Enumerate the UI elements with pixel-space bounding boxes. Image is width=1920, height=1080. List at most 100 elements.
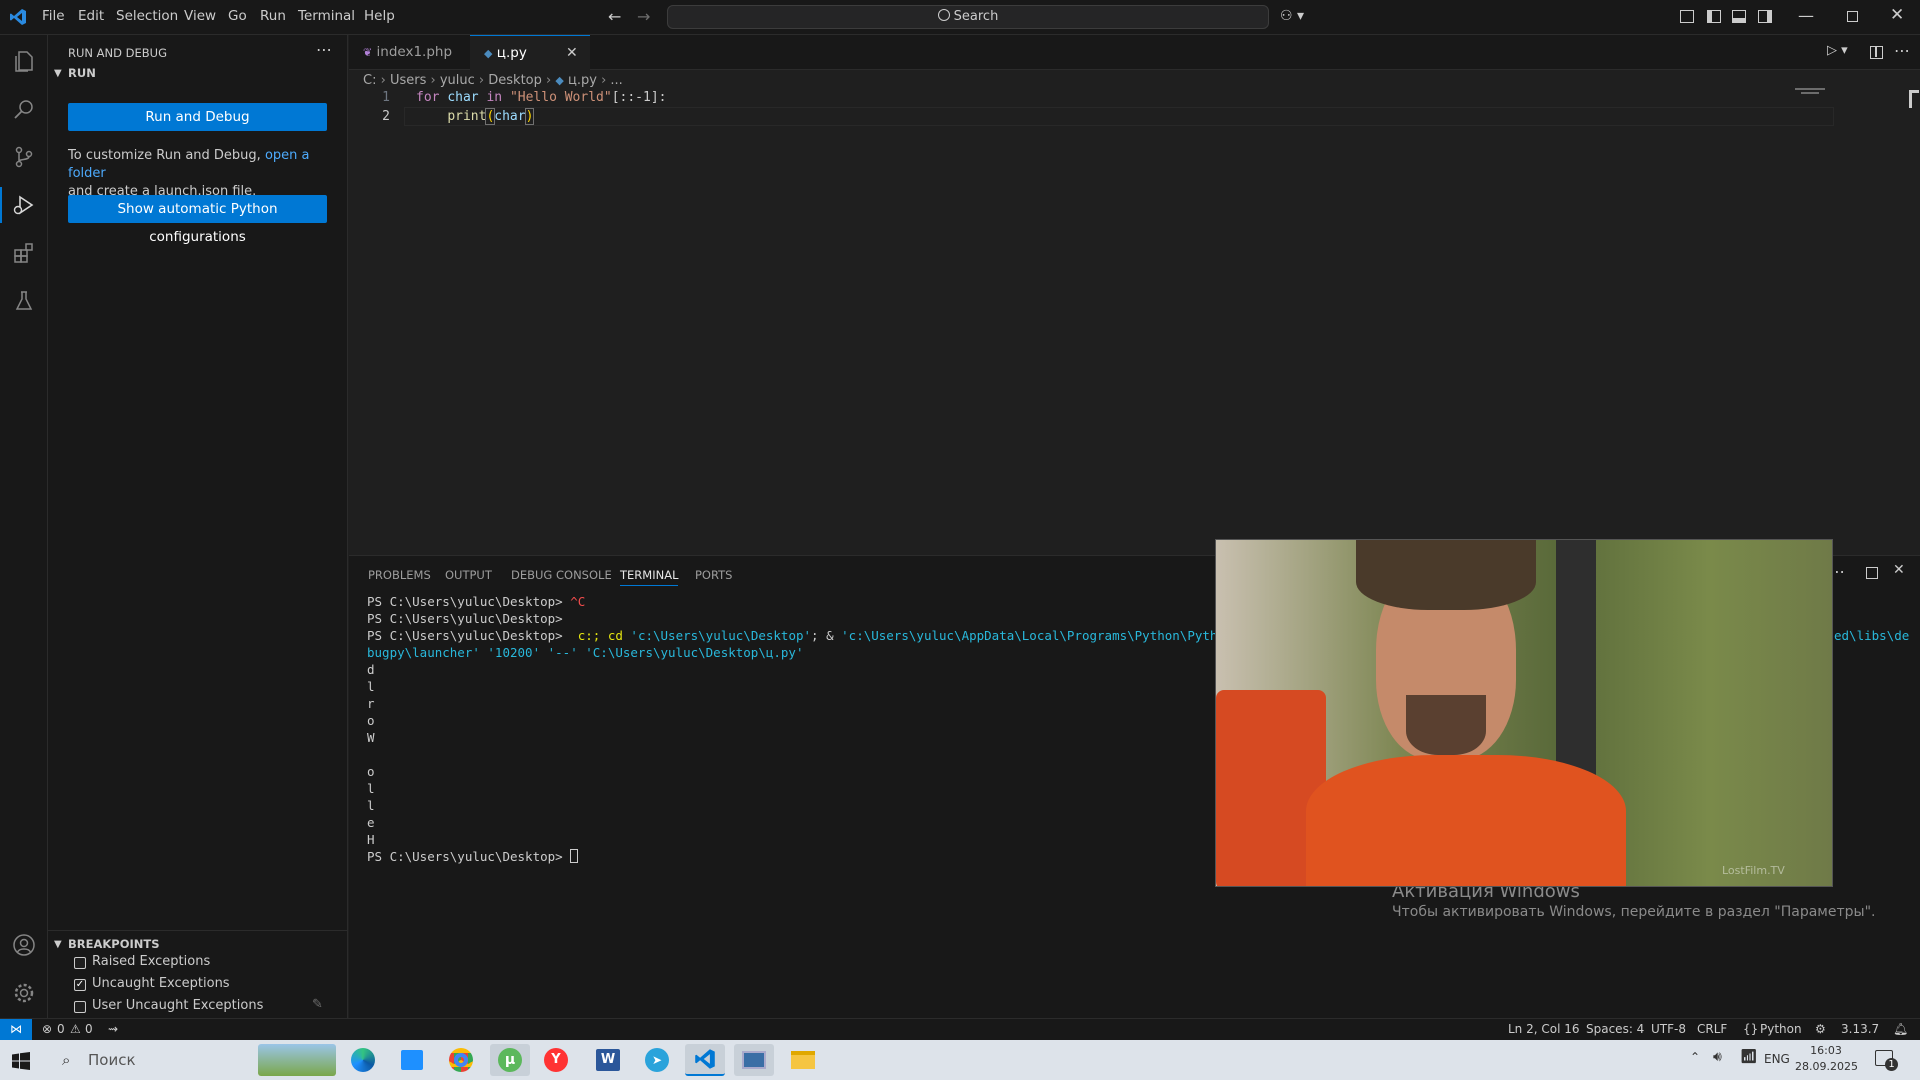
- breakpoints-chevron-down-icon[interactable]: ▼: [54, 939, 62, 950]
- run-debug-icon[interactable]: [8, 189, 40, 221]
- show-python-configs-button[interactable]: Show automatic Python configurations: [68, 195, 327, 245]
- menu-selection[interactable]: Selection: [116, 8, 178, 24]
- search-view-icon[interactable]: [8, 93, 40, 125]
- network-icon[interactable]: 📶︎: [1740, 1049, 1758, 1065]
- toggle-secondary-sidebar-icon[interactable]: [1758, 10, 1772, 23]
- tab-terminal[interactable]: TERMINAL: [620, 568, 679, 586]
- chrome-icon[interactable]: [441, 1044, 481, 1076]
- chevron-down-icon[interactable]: ▼: [54, 68, 62, 79]
- user-uncaught-exceptions-label: User Uncaught Exceptions: [92, 998, 264, 1013]
- editor-tabs: ❦ index1.php ◆ ц.py ✕ ▷ ▾ ⋯: [349, 35, 1920, 70]
- close-panel-icon[interactable]: ✕: [1893, 562, 1905, 578]
- menu-edit[interactable]: Edit: [78, 8, 104, 24]
- toggle-primary-sidebar-icon[interactable]: [1707, 10, 1721, 23]
- python-version[interactable]: 3.13.7: [1841, 1022, 1879, 1036]
- windows-start-icon[interactable]: [12, 1052, 30, 1070]
- taskbar-search[interactable]: ⌕ Поиск: [48, 1040, 338, 1080]
- minimap[interactable]: [1795, 88, 1829, 94]
- menu-run[interactable]: Run: [260, 8, 286, 24]
- terminal-line: bugpy\launcher' '10200' '--' 'C:\Users\y…: [367, 645, 804, 660]
- command-search-box[interactable]: Search: [667, 5, 1269, 29]
- search-highlight-image: [258, 1044, 336, 1076]
- tab-index1-php[interactable]: ❦ index1.php: [349, 35, 470, 70]
- language-mode[interactable]: Python: [1760, 1022, 1802, 1036]
- menu-file[interactable]: File: [42, 8, 65, 24]
- edge-icon[interactable]: [343, 1044, 383, 1076]
- uncaught-exceptions-checkbox[interactable]: ✓: [74, 979, 86, 991]
- warning-count[interactable]: 0: [85, 1022, 93, 1036]
- run-section-header[interactable]: RUN: [68, 66, 96, 80]
- divider: [48, 930, 348, 931]
- editor-more-actions-icon[interactable]: ⋯: [1894, 41, 1910, 60]
- line-number-2: 2: [382, 109, 390, 124]
- raised-exceptions-checkbox[interactable]: [74, 957, 86, 969]
- run-and-debug-button[interactable]: Run and Debug: [68, 103, 327, 131]
- restore-icon[interactable]: [1847, 11, 1858, 22]
- close-window-icon[interactable]: ✕: [1890, 5, 1904, 25]
- vscode-taskbar-icon[interactable]: [685, 1044, 725, 1076]
- encoding[interactable]: UTF-8: [1651, 1022, 1686, 1036]
- screenshot-tool-icon[interactable]: [734, 1044, 774, 1076]
- tab-ports[interactable]: PORTS: [695, 568, 732, 582]
- menu-view[interactable]: View: [184, 8, 216, 24]
- ports-forward-icon[interactable]: ⇝: [108, 1022, 118, 1036]
- search-icon: [937, 9, 950, 21]
- back-arrow-icon[interactable]: ←: [608, 7, 621, 26]
- more-actions-icon[interactable]: ⋯: [316, 40, 332, 59]
- telegram-icon[interactable]: ➤: [637, 1044, 677, 1076]
- utorrent-icon[interactable]: µ: [490, 1044, 530, 1076]
- tab-c-py[interactable]: ◆ ц.py ✕: [470, 35, 590, 70]
- yandex-browser-icon[interactable]: Y: [536, 1044, 576, 1076]
- clock-date: 28.09.2025: [1795, 1060, 1858, 1073]
- breakpoints-header[interactable]: BREAKPOINTS: [68, 937, 160, 951]
- tab-problems[interactable]: PROBLEMS: [368, 568, 431, 582]
- windows-taskbar: ⌕ Поиск µ Y W ➤ ⌃ 🔊︎ 📶︎ ENG 16:03 28.09.…: [0, 1040, 1920, 1080]
- toggle-panel-icon[interactable]: [1732, 10, 1746, 23]
- file-explorer-icon[interactable]: [783, 1044, 823, 1076]
- tab-debug-console[interactable]: DEBUG CONSOLE: [511, 568, 612, 582]
- run-python-file-icon[interactable]: ▷ ▾: [1827, 43, 1848, 58]
- warnings-icon[interactable]: ⚠: [70, 1022, 81, 1036]
- line-ending[interactable]: CRLF: [1697, 1022, 1727, 1036]
- minimize-icon[interactable]: —: [1798, 6, 1814, 25]
- edit-pencil-icon[interactable]: ✎: [312, 997, 323, 1012]
- code-editor[interactable]: C: › Users › yuluc › Desktop › ◆ ц.py › …: [349, 70, 1920, 555]
- accounts-icon[interactable]: [8, 929, 40, 961]
- forward-arrow-icon[interactable]: →: [637, 7, 650, 26]
- video-overlay[interactable]: LostFilm.TV: [1215, 539, 1833, 887]
- indentation[interactable]: Spaces: 4: [1586, 1022, 1644, 1036]
- cursor-position[interactable]: Ln 2, Col 16: [1508, 1022, 1580, 1036]
- output-line: W: [367, 730, 375, 745]
- scrollbar-marker[interactable]: [1909, 90, 1919, 108]
- menu-go[interactable]: Go: [228, 8, 247, 24]
- testing-flask-icon[interactable]: [8, 285, 40, 317]
- code-line-1: for char in "Hello World"[::-1]:: [416, 90, 667, 105]
- clock[interactable]: 16:03 28.09.2025: [1795, 1043, 1858, 1075]
- customize-layout-icon[interactable]: [1680, 10, 1694, 23]
- terminal-prompt[interactable]: PS C:\Users\yuluc\Desktop>: [367, 849, 579, 864]
- settings-gear-icon[interactable]: [8, 977, 40, 1009]
- volume-icon[interactable]: 🔊︎: [1713, 1049, 1722, 1065]
- source-control-icon[interactable]: [8, 141, 40, 173]
- extensions-icon[interactable]: [8, 237, 40, 269]
- language-indicator[interactable]: ENG: [1764, 1052, 1790, 1066]
- close-tab-icon[interactable]: ✕: [566, 36, 578, 71]
- user-uncaught-exceptions-checkbox[interactable]: [74, 1001, 86, 1013]
- maximize-panel-icon[interactable]: [1866, 567, 1878, 579]
- notifications-bell-icon[interactable]: 🔔︎: [1893, 1022, 1908, 1036]
- python-env-icon[interactable]: ⚙: [1815, 1022, 1826, 1036]
- error-count[interactable]: 0: [57, 1022, 65, 1036]
- errors-icon[interactable]: ⊗: [42, 1022, 52, 1036]
- tab-output[interactable]: OUTPUT: [445, 568, 492, 582]
- split-editor-icon[interactable]: [1870, 46, 1883, 59]
- tray-chevron-up-icon[interactable]: ⌃: [1690, 1050, 1700, 1064]
- output-line: o: [367, 764, 375, 779]
- copilot-icon[interactable]: ⚇ ▾: [1280, 8, 1304, 24]
- php-file-icon: ❦: [363, 46, 373, 59]
- menu-terminal[interactable]: Terminal: [298, 8, 355, 24]
- remote-icon[interactable]: ⋈: [0, 1019, 32, 1040]
- menu-help[interactable]: Help: [364, 8, 395, 24]
- word-icon[interactable]: W: [588, 1044, 628, 1076]
- store-icon[interactable]: [392, 1044, 432, 1076]
- explorer-icon[interactable]: [8, 45, 40, 77]
